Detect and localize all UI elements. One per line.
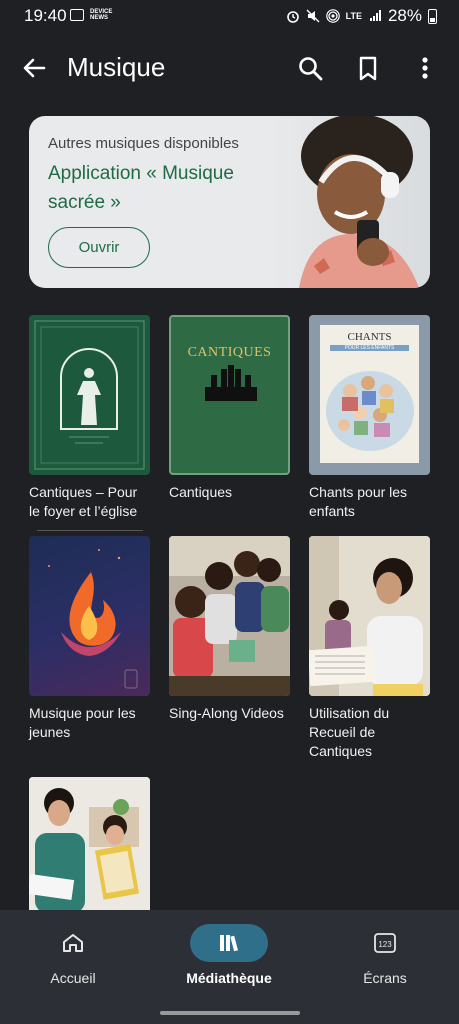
children-illustration bbox=[326, 371, 414, 451]
tile-label: Cantiques – Pour le foyer et l’église bbox=[29, 484, 138, 519]
gallery-icon bbox=[70, 9, 84, 21]
bookmark-icon[interactable] bbox=[354, 54, 382, 82]
nav-library[interactable]: Médiathèque bbox=[159, 924, 299, 986]
page-title: Musique bbox=[67, 52, 166, 82]
battery-percent: 28% bbox=[387, 6, 422, 25]
screens-icon: 123 bbox=[374, 933, 396, 953]
hymns-book-cover: CANTIQUES bbox=[169, 315, 290, 475]
childrens-songbook-cover: CHANTS POUR LES ENFANTS bbox=[309, 315, 430, 475]
collection-tile[interactable]: CANTIQUES Cantiques bbox=[169, 315, 290, 502]
tile-label: Musique pour les jeunes bbox=[29, 705, 136, 740]
mute-icon bbox=[306, 9, 320, 23]
tile-label: Sing-Along Videos bbox=[169, 705, 284, 721]
gesture-bar[interactable] bbox=[160, 1011, 300, 1015]
app-bar: Musique bbox=[0, 40, 459, 96]
status-time: 19:40 bbox=[24, 6, 67, 25]
back-arrow-icon[interactable] bbox=[20, 54, 48, 82]
divider bbox=[37, 530, 143, 531]
bottom-navigation: Accueil Médiathèque 123 Écrans bbox=[0, 910, 459, 1024]
svg-text:123: 123 bbox=[378, 940, 392, 949]
banner-subtitle: Autres musiques disponibles bbox=[48, 135, 239, 152]
status-bar: 19:40 DEVICE NEWS LTE 28% bbox=[0, 0, 459, 32]
signal-icon bbox=[369, 10, 381, 21]
library-icon bbox=[220, 935, 239, 952]
collection-tile[interactable]: Sing-Along Videos bbox=[169, 536, 290, 723]
collection-tile[interactable]: Utilisation du Recueil de Cantiques bbox=[309, 536, 430, 761]
hymns-home-church-cover bbox=[29, 315, 150, 475]
collection-tile[interactable]: Cantiques – Pour le foyer et l’église bbox=[29, 315, 150, 521]
search-icon[interactable] bbox=[296, 54, 324, 82]
news-icon: DEVICE NEWS bbox=[90, 9, 113, 21]
nav-home[interactable]: Accueil bbox=[3, 924, 143, 986]
woman-reading-hymnbook-image bbox=[309, 536, 430, 696]
more-vert-icon[interactable] bbox=[411, 54, 439, 82]
nav-label: Médiathèque bbox=[186, 970, 272, 986]
banner-title: Application « Musique sacrée » bbox=[48, 163, 234, 213]
cover-title: CANTIQUES bbox=[187, 345, 272, 360]
open-button[interactable]: Ouvrir bbox=[48, 227, 150, 268]
flame-icon bbox=[48, 549, 138, 689]
christus-statue-icon bbox=[34, 320, 145, 470]
woman-with-headphones-image bbox=[269, 116, 430, 288]
home-icon bbox=[63, 934, 83, 952]
nav-screens[interactable]: 123 Écrans bbox=[315, 924, 455, 986]
nav-label: Accueil bbox=[50, 970, 96, 986]
tile-label: Chants pour les enfants bbox=[309, 484, 408, 519]
using-hymnbook-thumbnail bbox=[309, 536, 430, 696]
sacred-music-app-banner[interactable]: Autres musiques disponibles Application … bbox=[29, 116, 430, 288]
cover-title: CHANTS bbox=[347, 331, 392, 343]
temple-icon bbox=[205, 365, 257, 401]
collection-tile[interactable]: CHANTS POUR LES ENFANTS Chants pour les … bbox=[309, 315, 430, 521]
tile-label: Utilisation du Recueil de Cantiques bbox=[309, 705, 390, 759]
battery-icon bbox=[428, 8, 437, 24]
alarm-icon bbox=[286, 11, 299, 23]
children-singing-image bbox=[169, 536, 290, 696]
hotspot-icon bbox=[325, 9, 340, 23]
nav-label: Écrans bbox=[363, 970, 407, 986]
collection-tile[interactable]: Musique pour les jeunes bbox=[29, 536, 150, 742]
tile-label: Cantiques bbox=[169, 484, 233, 500]
youth-music-cover bbox=[29, 536, 150, 696]
lte-indicator: LTE bbox=[345, 11, 362, 21]
sing-along-videos-thumbnail bbox=[169, 536, 290, 696]
